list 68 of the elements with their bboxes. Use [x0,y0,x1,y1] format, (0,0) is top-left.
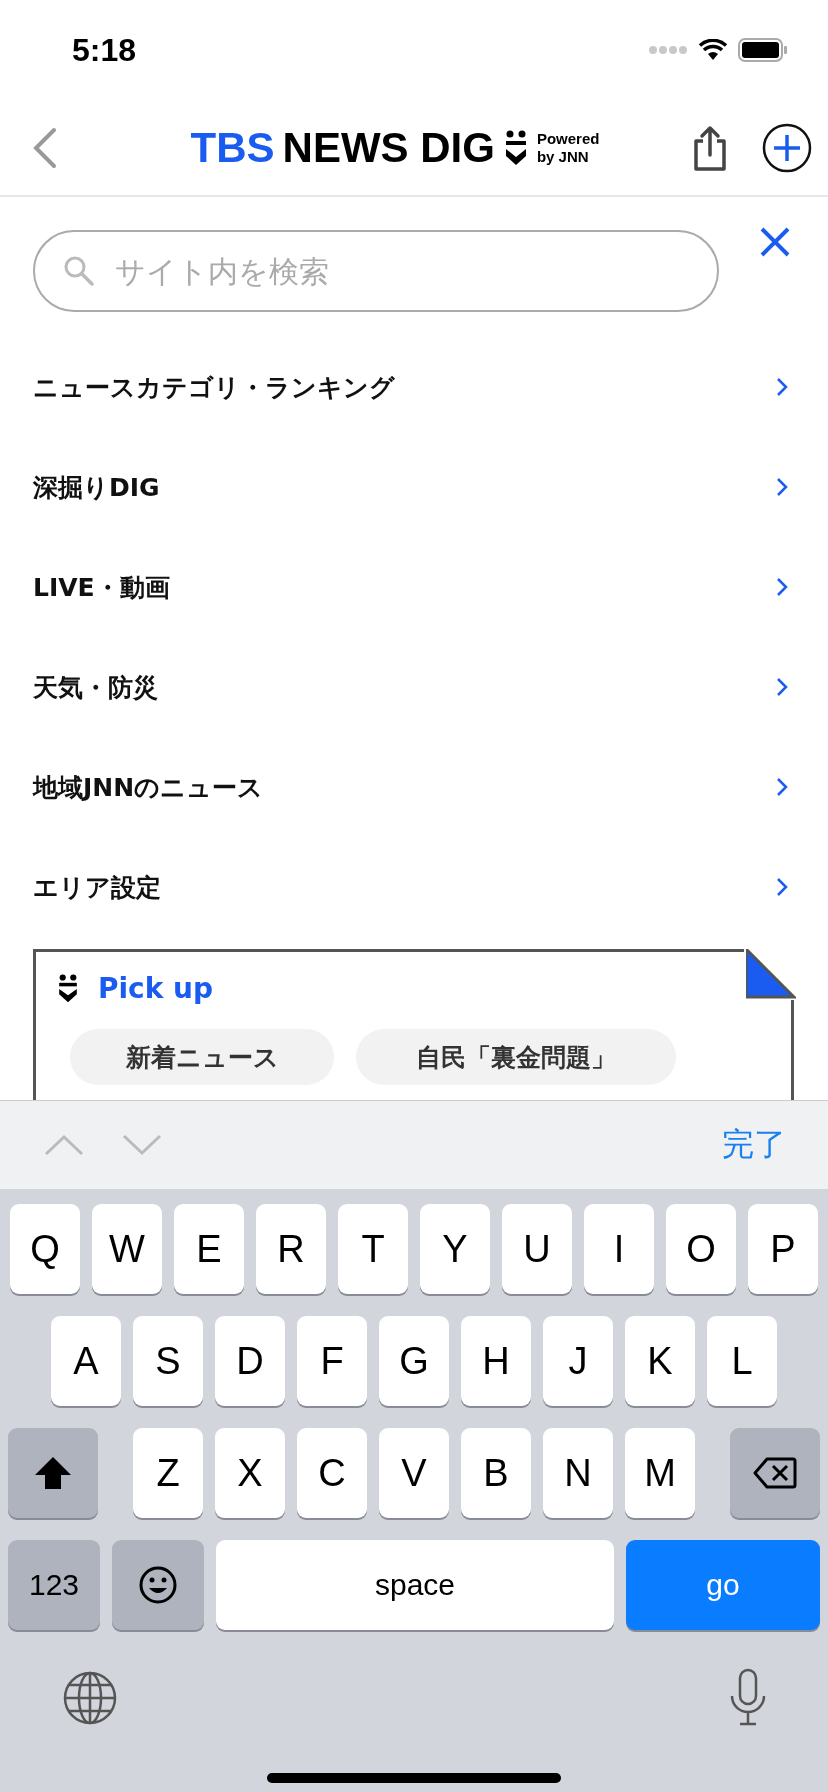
key[interactable]: K [625,1316,695,1406]
share-icon[interactable] [692,124,728,171]
add-icon[interactable] [762,122,812,173]
menu-item[interactable]: 深掘りDIG [0,437,828,537]
tag-chip[interactable]: 新着ニュース [70,1029,334,1085]
emoji-icon [138,1565,178,1605]
chevron-icon [776,777,788,797]
battery-icon [738,38,788,62]
key[interactable]: E [174,1204,244,1294]
menu-item[interactable]: LIVE・動画 [0,537,828,637]
logo-text: NEWS DIG [282,123,495,172]
numbers-key[interactable]: 123 [8,1540,100,1630]
key[interactable]: V [379,1428,449,1518]
chevron-icon [776,877,788,897]
chevron-icon [776,677,788,697]
key[interactable]: H [461,1316,531,1406]
backspace-icon [753,1457,797,1489]
chevron-icon [776,477,788,497]
key[interactable]: F [297,1316,367,1406]
mascot-icon [504,128,527,167]
space-key[interactable]: space [216,1540,614,1630]
menu-item[interactable]: 天気・防災 [0,637,828,737]
key[interactable]: S [133,1316,203,1406]
key[interactable]: T [338,1204,408,1294]
close-icon[interactable] [759,226,791,258]
mascot-icon [58,973,78,1004]
key[interactable]: B [461,1428,531,1518]
key[interactable]: G [379,1316,449,1406]
key[interactable]: R [256,1204,326,1294]
key[interactable]: X [215,1428,285,1518]
key[interactable]: U [502,1204,572,1294]
globe-icon[interactable] [62,1670,118,1726]
search-field[interactable]: サイト内を検索 [33,230,719,312]
signal-icon [648,45,688,55]
search-icon [63,255,95,287]
powered-text: Powered [536,129,600,148]
key[interactable]: L [707,1316,777,1406]
pickup-title: Pick up [98,972,214,1005]
chevron-icon [776,377,788,397]
key[interactable]: N [543,1428,613,1518]
wifi-icon [698,39,728,61]
status-time: 5:18 [72,31,137,69]
menu-item[interactable]: エリア設定 [0,837,828,937]
key[interactable]: D [215,1316,285,1406]
emoji-key[interactable] [112,1540,204,1630]
back-icon[interactable] [32,126,58,169]
menu-item[interactable]: 地域JNNのニュース [0,737,828,837]
menu-item[interactable]: ニュースカテゴリ・ランキング [0,337,828,437]
key[interactable]: W [92,1204,162,1294]
key[interactable]: J [543,1316,613,1406]
chevron-icon [776,577,788,597]
key[interactable]: M [625,1428,695,1518]
key[interactable]: I [584,1204,654,1294]
backspace-key[interactable] [730,1428,820,1518]
shift-icon [33,1455,73,1491]
microphone-icon[interactable] [728,1668,768,1728]
key[interactable]: O [666,1204,736,1294]
key[interactable]: Q [10,1204,80,1294]
key[interactable]: P [748,1204,818,1294]
tag-chip[interactable]: 自民「裏金問題」 [356,1029,676,1085]
key[interactable]: A [51,1316,121,1406]
go-key[interactable]: go [626,1540,820,1630]
key[interactable]: C [297,1428,367,1518]
shift-key[interactable] [8,1428,98,1518]
logo-text: TBS [190,123,275,172]
key[interactable]: Y [420,1204,490,1294]
powered-text: by JNN [536,147,590,166]
key[interactable]: Z [133,1428,203,1518]
